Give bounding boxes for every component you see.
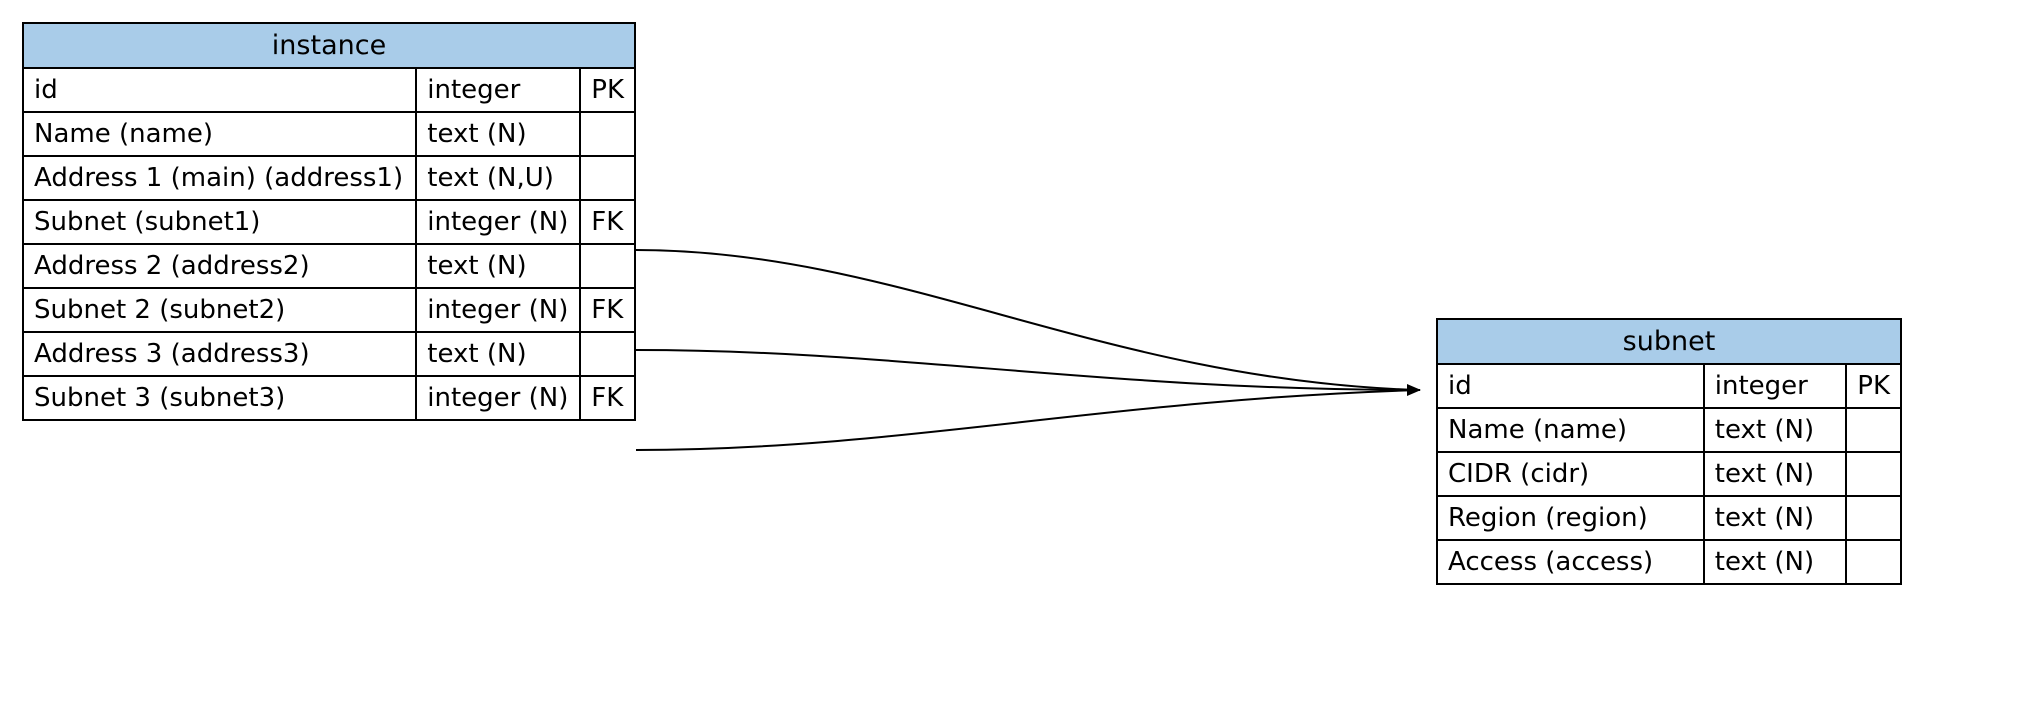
col-type: text (N) (1704, 452, 1846, 496)
table-row: id integer PK (23, 68, 635, 112)
table-row: Address 2 (address2) text (N) (23, 244, 635, 288)
table-row: Address 3 (address3) text (N) (23, 332, 635, 376)
col-key (580, 244, 635, 288)
col-type: text (N) (1704, 540, 1846, 584)
col-name: Subnet 3 (subnet3) (23, 376, 416, 420)
col-type: integer (N) (416, 200, 580, 244)
edge-subnet1-to-subnet-id (636, 250, 1418, 390)
col-key (1846, 452, 1901, 496)
col-name: Region (region) (1437, 496, 1704, 540)
table-row: Access (access) text (N) (1437, 540, 1901, 584)
col-key (580, 112, 635, 156)
col-key (1846, 540, 1901, 584)
entity-instance-title: instance (23, 23, 635, 68)
table-row: CIDR (cidr) text (N) (1437, 452, 1901, 496)
col-type: integer (N) (416, 376, 580, 420)
col-name: Name (name) (23, 112, 416, 156)
table-row: id integer PK (1437, 364, 1901, 408)
col-key: FK (580, 200, 635, 244)
col-key (1846, 496, 1901, 540)
col-key: FK (580, 288, 635, 332)
col-key: PK (1846, 364, 1901, 408)
col-type: text (N) (416, 244, 580, 288)
table-row: Region (region) text (N) (1437, 496, 1901, 540)
edge-subnet2-to-subnet-id (636, 350, 1420, 390)
col-name: Address 1 (main) (address1) (23, 156, 416, 200)
col-type: integer (1704, 364, 1846, 408)
table-row: Subnet (subnet1) integer (N) FK (23, 200, 635, 244)
col-name: Address 3 (address3) (23, 332, 416, 376)
col-name: Name (name) (1437, 408, 1704, 452)
col-type: text (N) (416, 332, 580, 376)
col-key (580, 156, 635, 200)
entity-subnet: subnet id integer PK Name (name) text (N… (1436, 318, 1902, 585)
col-key: FK (580, 376, 635, 420)
col-name: id (1437, 364, 1704, 408)
entity-subnet-title: subnet (1437, 319, 1901, 364)
col-type: text (N) (1704, 496, 1846, 540)
col-name: id (23, 68, 416, 112)
table-row: Address 1 (main) (address1) text (N,U) (23, 156, 635, 200)
table-row: Subnet 2 (subnet2) integer (N) FK (23, 288, 635, 332)
col-name: Subnet (subnet1) (23, 200, 416, 244)
col-name: Address 2 (address2) (23, 244, 416, 288)
entity-instance: instance id integer PK Name (name) text … (22, 22, 636, 421)
col-type: text (N) (1704, 408, 1846, 452)
col-type: text (N,U) (416, 156, 580, 200)
col-name: Subnet 2 (subnet2) (23, 288, 416, 332)
table-row: Name (name) text (N) (23, 112, 635, 156)
col-type: integer (N) (416, 288, 580, 332)
col-name: Access (access) (1437, 540, 1704, 584)
col-key (580, 332, 635, 376)
table-row: Subnet 3 (subnet3) integer (N) FK (23, 376, 635, 420)
col-type: text (N) (416, 112, 580, 156)
table-row: Name (name) text (N) (1437, 408, 1901, 452)
col-type: integer (416, 68, 580, 112)
col-key: PK (580, 68, 635, 112)
edge-subnet3-to-subnet-id (636, 390, 1418, 450)
col-key (1846, 408, 1901, 452)
col-name: CIDR (cidr) (1437, 452, 1704, 496)
